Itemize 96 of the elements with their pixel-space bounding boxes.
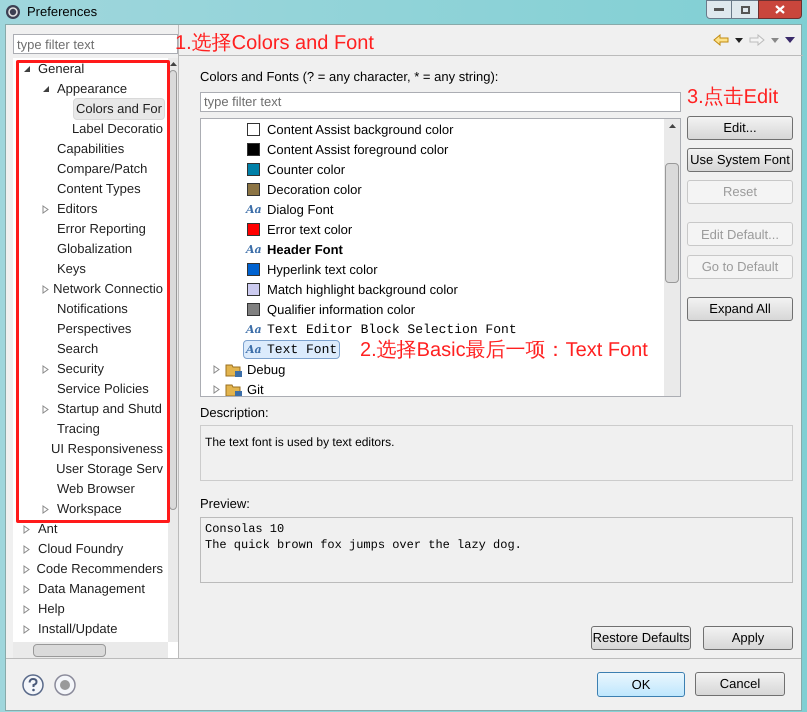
- collapsed-arrow-icon[interactable]: [42, 364, 50, 374]
- close-icon: [775, 5, 785, 14]
- tree-item[interactable]: UI Responsiveness: [48, 438, 166, 460]
- tree-item[interactable]: Globalization: [54, 238, 136, 260]
- tree-item[interactable]: Network Connectio: [50, 278, 166, 300]
- maximize-button[interactable]: [732, 0, 758, 19]
- tree-item[interactable]: General: [35, 58, 88, 80]
- view-menu-icon[interactable]: [785, 37, 795, 43]
- filter-label: Colors and Fonts (? = any character, * = any string):: [200, 68, 500, 86]
- collapsed-arrow-icon[interactable]: [213, 385, 221, 394]
- description-label: Description:: [200, 404, 270, 422]
- folder-icon: [225, 382, 243, 396]
- description-text: The text font is used by text editors.: [205, 435, 394, 449]
- tree-item[interactable]: Content Types: [54, 178, 144, 200]
- tree-item[interactable]: Editors: [54, 198, 100, 220]
- collapsed-arrow-icon[interactable]: [42, 204, 50, 214]
- tree-item[interactable]: Security: [54, 358, 107, 380]
- tree-item[interactable]: Ant: [35, 518, 61, 540]
- folder-icon: [225, 362, 243, 378]
- tree-item[interactable]: Web Browser: [54, 478, 138, 500]
- list-item[interactable]: Content Assist background color: [243, 120, 456, 139]
- close-button[interactable]: [758, 0, 802, 19]
- expanded-arrow-icon[interactable]: [42, 85, 50, 93]
- list-item[interactable]: Counter color: [243, 160, 348, 179]
- cancel-button[interactable]: Cancel: [695, 672, 785, 696]
- list-item[interactable]: Content Assist foreground color: [243, 140, 452, 159]
- font-icon: Aa: [246, 324, 261, 335]
- tree-item[interactable]: Keys: [54, 258, 89, 280]
- vertical-scrollbar[interactable]: [664, 118, 680, 396]
- tree-item[interactable]: Tracing: [54, 418, 103, 440]
- preview-text: Consolas 10: [205, 520, 286, 536]
- tree-item[interactable]: Error Reporting: [54, 218, 149, 240]
- font-icon: Aa: [246, 244, 261, 255]
- minimize-button[interactable]: [706, 0, 732, 19]
- list-item[interactable]: Match highlight background color: [243, 280, 461, 299]
- edit-button[interactable]: Edit...: [687, 116, 793, 140]
- expanded-arrow-icon[interactable]: [23, 65, 31, 73]
- annotation-text: 1.选择Colors and Font: [175, 31, 374, 56]
- list-item[interactable]: Decoration color: [243, 180, 365, 199]
- list-item[interactable]: Hyperlink text color: [243, 260, 381, 279]
- filter-field[interactable]: type filter text: [200, 92, 681, 112]
- preview-label: Preview:: [200, 495, 251, 513]
- tree-item[interactable]: Help: [35, 598, 68, 620]
- record-icon[interactable]: [54, 674, 76, 696]
- expand-all-button[interactable]: Expand All: [687, 296, 793, 321]
- collapsed-arrow-icon[interactable]: [42, 284, 50, 294]
- preview-text: The quick brown fox jumps over the lazy dog.: [205, 536, 523, 552]
- font-icon: Aa: [246, 344, 261, 355]
- tree-item[interactable]: User Storage Serv: [53, 458, 166, 480]
- window-title: Preferences: [27, 3, 98, 22]
- list-item[interactable]: Error text color: [243, 220, 356, 239]
- tree-item[interactable]: Code Recommenders: [34, 558, 166, 580]
- dropdown-icon[interactable]: [735, 38, 743, 42]
- tree-item[interactable]: Colors and For: [73, 98, 165, 120]
- tree-item[interactable]: Workspace: [54, 498, 125, 520]
- collapsed-arrow-icon[interactable]: [23, 544, 31, 554]
- collapsed-arrow-icon[interactable]: [23, 604, 31, 614]
- restore-defaults-button[interactable]: Restore Defaults: [591, 626, 691, 650]
- tree-item[interactable]: Label Decoratio: [68, 118, 166, 140]
- tree-item[interactable]: Data Management: [35, 578, 148, 600]
- tree-item[interactable]: Startup and Shutd: [54, 398, 165, 420]
- collapsed-arrow-icon[interactable]: [23, 524, 31, 534]
- list-item[interactable]: Aa Text Font: [243, 340, 340, 359]
- font-icon: Aa: [246, 204, 261, 215]
- back-arrow-icon[interactable]: [713, 34, 729, 46]
- horizontal-scrollbar[interactable]: [13, 642, 168, 658]
- category-label[interactable]: Git: [247, 380, 264, 396]
- tree-item[interactable]: Install/Update: [35, 618, 120, 640]
- tree-item[interactable]: Capabilities: [54, 138, 128, 160]
- apply-button[interactable]: Apply: [703, 626, 793, 650]
- gear-icon: [5, 4, 21, 20]
- tree-item[interactable]: Service Policies: [54, 378, 152, 400]
- collapsed-arrow-icon[interactable]: [42, 504, 50, 514]
- annotation-text: 3.点击Edit: [687, 84, 778, 110]
- tree-item[interactable]: Search: [54, 338, 102, 360]
- ok-button[interactable]: OK: [597, 672, 685, 697]
- collapsed-arrow-icon[interactable]: [42, 404, 50, 414]
- use-system-font-button[interactable]: Use System Font: [687, 148, 793, 172]
- list-item[interactable]: Qualifier information color: [243, 300, 418, 319]
- tree-item[interactable]: Compare/Patch: [54, 158, 150, 180]
- collapsed-arrow-icon[interactable]: [213, 365, 221, 374]
- tree-item[interactable]: Cloud Foundry: [35, 538, 126, 560]
- filter-field[interactable]: type filter text: [13, 34, 178, 54]
- category-label[interactable]: Debug: [247, 360, 286, 380]
- collapsed-arrow-icon[interactable]: [23, 624, 31, 634]
- tree-item[interactable]: Appearance: [54, 78, 130, 100]
- list-item[interactable]: Aa Dialog Font: [243, 200, 336, 219]
- list-item[interactable]: Aa Text Editor Block Selection Font: [243, 320, 520, 339]
- list-item[interactable]: Aa Header Font: [243, 240, 346, 259]
- help-icon[interactable]: [22, 674, 44, 696]
- collapsed-arrow-icon[interactable]: [23, 564, 31, 574]
- annotation-text: 2.选择Basic最后一项：Text Font: [360, 338, 648, 363]
- collapsed-arrow-icon[interactable]: [23, 584, 31, 594]
- tree-item[interactable]: Notifications: [54, 298, 131, 320]
- forward-arrow-icon[interactable]: [749, 34, 765, 46]
- tree-item[interactable]: Perspectives: [54, 318, 134, 340]
